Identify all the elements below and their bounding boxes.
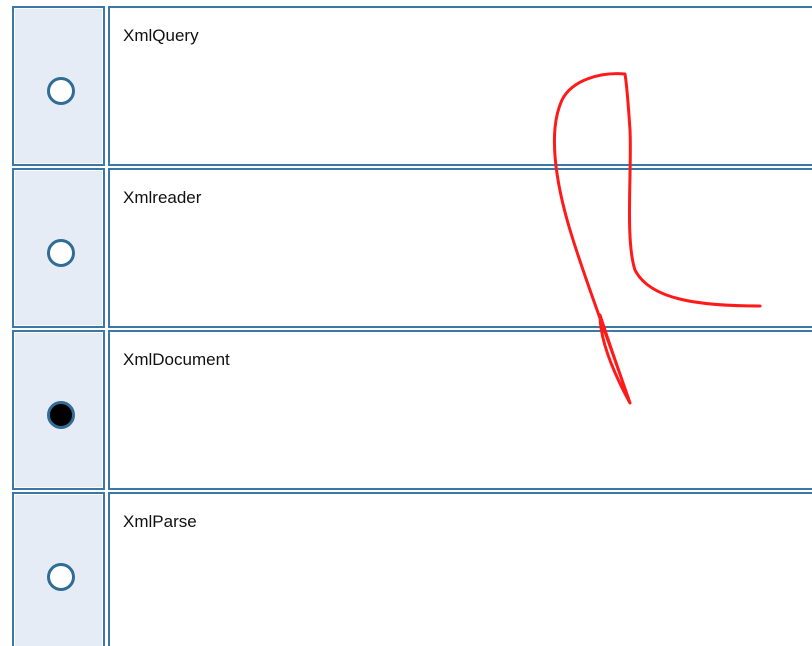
radio-cell[interactable] xyxy=(12,492,105,646)
answer-options-page: XmlQuery Xmlreader XmlDocument XmlParse xyxy=(0,0,812,646)
option-text-cell[interactable]: Xmlreader xyxy=(108,168,812,328)
option-row-xmldocument[interactable]: XmlDocument xyxy=(12,330,812,490)
option-row-xmlquery[interactable]: XmlQuery xyxy=(12,6,812,166)
options-list: XmlQuery Xmlreader XmlDocument XmlParse xyxy=(12,6,812,646)
option-text-cell[interactable]: XmlQuery xyxy=(108,6,812,166)
radio-button-xmlparse[interactable] xyxy=(47,563,75,591)
radio-button-xmlreader[interactable] xyxy=(47,239,75,267)
option-row-xmlreader[interactable]: Xmlreader xyxy=(12,168,812,328)
radio-cell[interactable] xyxy=(12,330,105,490)
option-text-cell[interactable]: XmlParse xyxy=(108,492,812,646)
option-text-cell[interactable]: XmlDocument xyxy=(108,330,812,490)
option-label-xmlquery: XmlQuery xyxy=(123,26,199,45)
radio-button-xmlquery[interactable] xyxy=(47,77,75,105)
radio-button-xmldocument[interactable] xyxy=(47,401,75,429)
option-label-xmldocument: XmlDocument xyxy=(123,350,230,369)
option-label-xmlreader: Xmlreader xyxy=(123,188,202,207)
option-label-xmlparse: XmlParse xyxy=(123,512,197,531)
radio-cell[interactable] xyxy=(12,168,105,328)
option-row-xmlparse[interactable]: XmlParse xyxy=(12,492,812,646)
radio-cell[interactable] xyxy=(12,6,105,166)
